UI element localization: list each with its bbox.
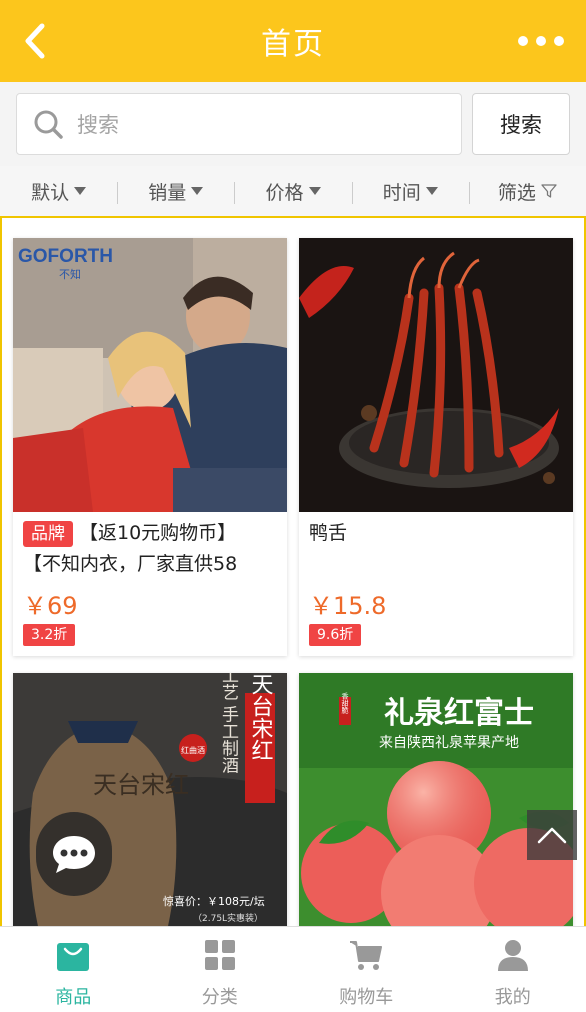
caret-down-icon: [191, 187, 204, 195]
sort-bar: 默认 销量 价格 时间 筛选: [0, 166, 586, 216]
brand-logo-subtext: 不知: [59, 267, 81, 281]
tab-category[interactable]: 分类: [147, 927, 294, 1012]
search-icon: [34, 110, 63, 139]
badge-text: 红曲酒: [181, 745, 205, 755]
tab-label: 商品: [55, 987, 92, 1008]
sort-label: 时间: [382, 181, 421, 204]
product-price: ￥15.8: [309, 592, 387, 620]
search-input[interactable]: 搜索: [16, 93, 462, 155]
header-bar: 首页: [0, 0, 586, 82]
dot-icon: [554, 36, 564, 46]
product-title-line2: 【不知内衣，厂家直供58: [23, 553, 238, 575]
sort-label: 价格: [265, 181, 304, 204]
caret-down-icon: [74, 187, 87, 195]
product-image: [299, 238, 573, 512]
product-image: GOFORTH 不知: [13, 238, 287, 512]
brand-logo-text: GOFORTH: [18, 246, 113, 267]
sort-label: 销量: [148, 181, 187, 204]
jar-text: 天台宋红: [93, 771, 189, 799]
product-price: ￥69: [23, 592, 78, 620]
image-subtitle-text: 来自陕西礼泉苹果产地: [379, 734, 519, 751]
funnel-icon: [541, 184, 557, 198]
product-image: 香甜脆 礼泉红富士 来自陕西礼泉苹果产地: [299, 673, 573, 926]
back-to-top-button[interactable]: [527, 810, 577, 860]
sort-filter[interactable]: 筛选: [468, 178, 586, 205]
product-title-line2: [309, 549, 563, 580]
chevron-up-icon: [537, 827, 567, 844]
search-bar: 搜索 搜索: [0, 82, 586, 166]
image-price-text: 惊喜价：￥108元/坛: [163, 894, 265, 908]
more-button[interactable]: [518, 28, 564, 54]
tab-label: 分类: [201, 987, 238, 1008]
tab-label: 我的: [494, 987, 531, 1008]
product-title: 鸭舌: [309, 522, 348, 544]
chat-bubble-icon: [53, 836, 95, 873]
sort-default[interactable]: 默认: [0, 178, 117, 205]
caret-down-icon: [308, 187, 321, 195]
tab-cart[interactable]: 购物车: [293, 927, 440, 1012]
search-placeholder: 搜索: [77, 113, 119, 137]
tab-label: 购物车: [339, 987, 394, 1008]
product-card[interactable]: 香甜脆 礼泉红富士 来自陕西礼泉苹果产地: [299, 673, 573, 926]
brand-tag: 品牌: [23, 521, 73, 547]
dot-icon: [536, 36, 546, 46]
cart-icon: [350, 941, 383, 970]
product-title-line1: 【返10元购物币】: [79, 522, 237, 544]
discount-badge: 3.2折: [23, 624, 76, 646]
image-title-text: 礼泉红富士: [384, 696, 534, 731]
slogan-vertical: 宋红工艺 手工制酒: [218, 673, 239, 774]
search-button[interactable]: 搜索: [472, 93, 570, 155]
sort-label: 筛选: [497, 181, 536, 204]
bag-icon: [57, 943, 90, 971]
badge-text: 香甜脆: [341, 692, 349, 715]
discount-badge: 9.6折: [309, 624, 362, 646]
chat-button[interactable]: [36, 812, 112, 896]
brand-title-vertical: 天台宋红: [248, 673, 274, 761]
image-note-text: （2.75L实惠装）: [193, 912, 263, 924]
tab-goods[interactable]: 商品: [0, 927, 147, 1012]
chevron-left-icon: [25, 23, 45, 59]
grid-icon: [204, 940, 235, 970]
caret-down-icon: [425, 187, 438, 195]
user-icon: [497, 940, 528, 971]
product-card[interactable]: 鸭舌 ￥15.8 9.6折: [299, 238, 573, 656]
sort-sales[interactable]: 销量: [117, 178, 234, 205]
back-button[interactable]: [18, 22, 54, 60]
page-title: 首页: [261, 27, 325, 62]
bottom-tabbar: 商品 分类 购物车 我的: [0, 926, 586, 1012]
sort-price[interactable]: 价格: [234, 178, 351, 205]
sort-time[interactable]: 时间: [351, 178, 469, 205]
page: 首页 搜索 搜索 默认 销量 价格 时间 筛选 GOFORTH 不知 品牌 【返…: [0, 0, 586, 1012]
product-title: 品牌 【返10元购物币】: [23, 518, 277, 549]
product-card[interactable]: GOFORTH 不知 品牌 【返10元购物币】 【不知内衣，厂家直供58 ￥69 …: [13, 238, 287, 656]
dot-icon: [518, 36, 528, 46]
tab-mine[interactable]: 我的: [440, 927, 586, 1012]
sort-label: 默认: [31, 181, 70, 204]
